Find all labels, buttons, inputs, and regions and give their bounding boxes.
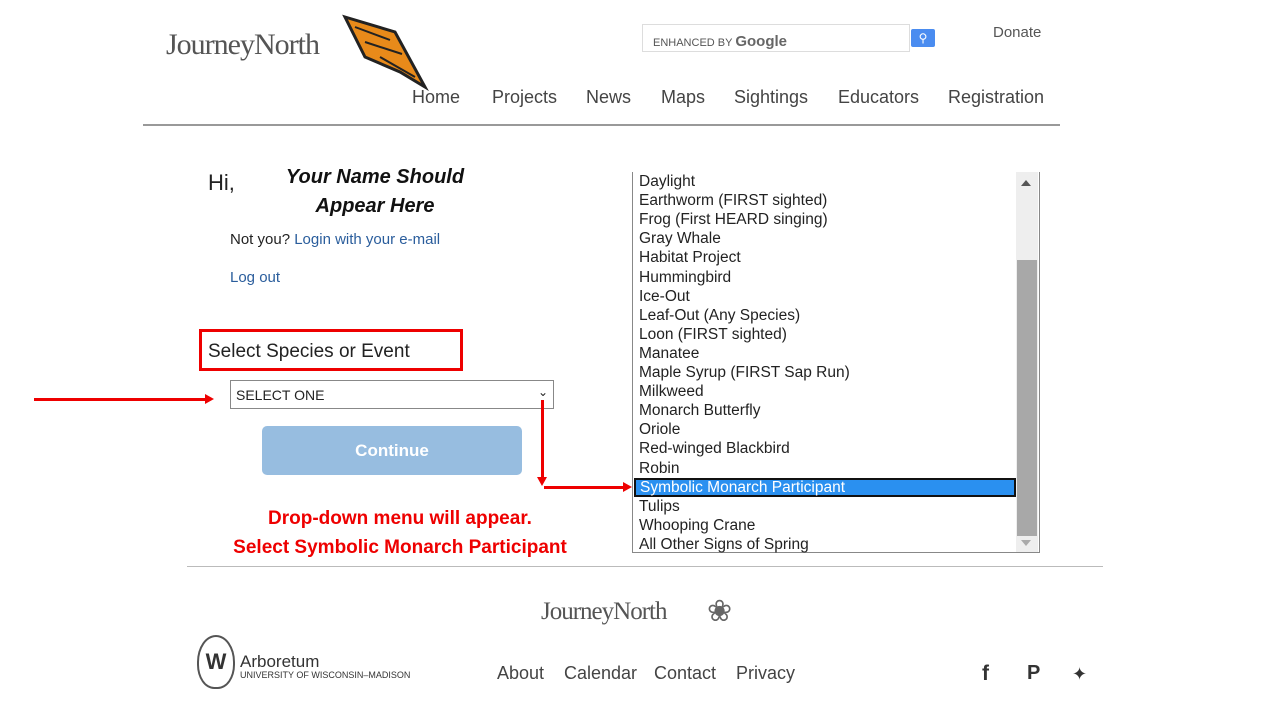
- dropdown-option[interactable]: Red-winged Blackbird: [639, 439, 790, 458]
- pinterest-icon[interactable]: P: [1027, 662, 1040, 685]
- nav-projects[interactable]: Projects: [492, 87, 557, 108]
- dropdown-option[interactable]: Hummingbird: [639, 268, 731, 287]
- chevron-down-icon: ⌄: [537, 385, 548, 399]
- dropdown-option[interactable]: Daylight: [639, 172, 695, 191]
- twitter-icon[interactable]: ✦: [1072, 664, 1087, 685]
- scroll-down-icon[interactable]: [1021, 540, 1031, 546]
- monarch-butterfly-icon: [342, 14, 429, 92]
- nav-registration[interactable]: Registration: [948, 87, 1044, 108]
- footer-about[interactable]: About: [497, 663, 544, 684]
- login-link[interactable]: Login with your e-mail: [294, 231, 440, 248]
- university-name: UNIVERSITY OF WISCONSIN–MADISON: [240, 670, 411, 680]
- dropdown-option[interactable]: Tulips: [639, 497, 680, 516]
- scroll-up-icon[interactable]: [1021, 180, 1031, 186]
- footer-divider: [187, 566, 1103, 567]
- logout-link[interactable]: Log out: [230, 269, 280, 286]
- scrollbar-thumb[interactable]: [1017, 260, 1037, 536]
- dropdown-option[interactable]: Leaf-Out (Any Species): [639, 306, 800, 325]
- footer-contact[interactable]: Contact: [654, 663, 716, 684]
- donate-link[interactable]: Donate: [993, 24, 1041, 41]
- arboretum-name: Arboretum: [240, 652, 320, 671]
- species-select[interactable]: SELECT ONE ⌄: [230, 380, 554, 409]
- facebook-icon[interactable]: f: [982, 662, 989, 686]
- dropdown-option[interactable]: Manatee: [639, 344, 699, 363]
- dropdown-option[interactable]: Loon (FIRST sighted): [639, 325, 787, 344]
- dropdown-option[interactable]: Habitat Project: [639, 248, 741, 267]
- dropdown-option[interactable]: Symbolic Monarch Participant: [634, 477, 1016, 497]
- arrow-line: [544, 486, 624, 489]
- dropdown-option[interactable]: Whooping Crane: [639, 516, 755, 535]
- dropdown-option[interactable]: Earthworm (FIRST sighted): [639, 191, 827, 210]
- species-label: Select Species or Event: [199, 329, 463, 371]
- search-button[interactable]: ⚲: [911, 29, 935, 47]
- arrow-line: [541, 400, 544, 478]
- footer-logo[interactable]: JourneyNorth: [541, 598, 667, 626]
- dropdown-option[interactable]: Maple Syrup (FIRST Sap Run): [639, 363, 850, 382]
- dropdown-option[interactable]: Oriole: [639, 420, 680, 439]
- header-divider: [143, 124, 1060, 126]
- search-input[interactable]: ENHANCED BY Google: [642, 24, 910, 52]
- search-icon: ⚲: [918, 31, 928, 45]
- nav-maps[interactable]: Maps: [661, 87, 705, 108]
- arrow-line: [34, 398, 206, 401]
- name-annotation: Your Name Should Appear Here: [285, 166, 465, 217]
- dropdown-option[interactable]: Monarch Butterfly: [639, 401, 760, 420]
- nav-news[interactable]: News: [586, 87, 631, 108]
- species-dropdown-list[interactable]: Daylight Earthworm (FIRST sighted) Frog (F…: [632, 172, 1040, 553]
- arrow-head: [537, 477, 547, 486]
- uw-crest-icon: W: [197, 635, 235, 689]
- nav-home[interactable]: Home: [412, 87, 460, 108]
- dropdown-option[interactable]: Gray Whale: [639, 229, 721, 248]
- footer-privacy[interactable]: Privacy: [736, 663, 795, 684]
- arrow-head: [205, 394, 214, 404]
- dropdown-option[interactable]: Ice-Out: [639, 287, 690, 306]
- dropdown-option[interactable]: All Other Signs of Spring: [639, 535, 809, 554]
- footer-calendar[interactable]: Calendar: [564, 663, 637, 684]
- journey-north-logo[interactable]: JourneyNorth: [166, 28, 320, 62]
- dropdown-option[interactable]: Frog (First HEARD singing): [639, 210, 828, 229]
- continue-button[interactable]: Continue: [262, 426, 522, 475]
- greeting: Hi,: [208, 170, 235, 195]
- nav-educators[interactable]: Educators: [838, 87, 919, 108]
- dropdown-option[interactable]: Milkweed: [639, 382, 704, 401]
- instruction-text: Drop-down menu will appear. Select Symbol…: [233, 508, 567, 558]
- nav-sightings[interactable]: Sightings: [734, 87, 808, 108]
- arrow-head: [623, 482, 632, 492]
- not-you-text: Not you?: [230, 231, 291, 248]
- butterfly-outline-icon: ❀: [707, 595, 733, 628]
- dropdown-option[interactable]: Robin: [639, 459, 680, 478]
